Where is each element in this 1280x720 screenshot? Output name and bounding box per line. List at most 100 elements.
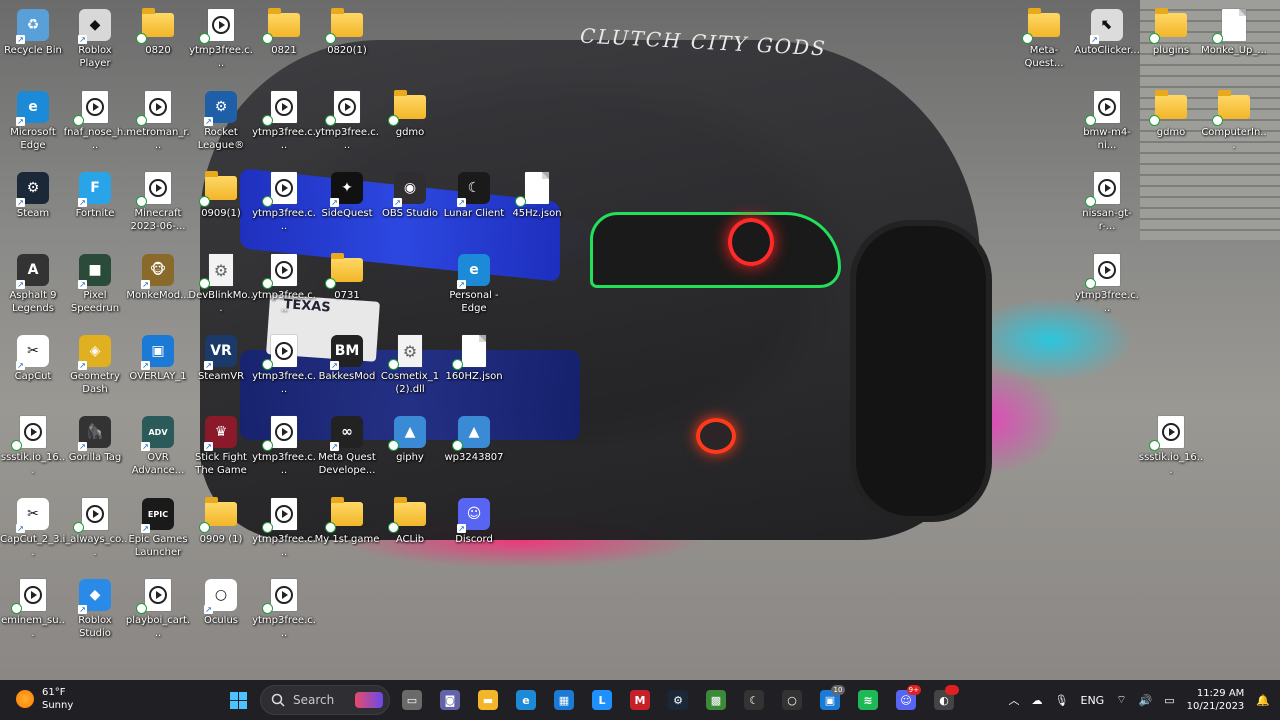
desktop-icon-playboi[interactable]: playboi_cart... bbox=[125, 574, 191, 650]
desktop-icon-giphy[interactable]: ▲ giphy bbox=[377, 411, 443, 487]
desktop-icon-steamvr[interactable]: VR ↗ SteamVR bbox=[188, 330, 254, 406]
desktop-icon-recycle-bin[interactable]: ♻ ↗ Recycle Bin bbox=[0, 4, 66, 80]
chevron-up-icon[interactable]: ︿ bbox=[1009, 692, 1020, 708]
desktop-icon-devblink[interactable]: ⚙ DevBlinkMo... bbox=[188, 249, 254, 325]
desktop-icon-ytmp3-2[interactable]: ytmp3free.c... bbox=[251, 86, 317, 162]
desktop-icon-geometry-dash[interactable]: ◈ ↗ Geometry Dash bbox=[62, 330, 128, 406]
desktop-icon-gorilla-tag[interactable]: 🦍 ↗ Gorilla Tag bbox=[62, 411, 128, 487]
desktop-icon-capcut-2[interactable]: ✂ ↗ CapCut_2_3... bbox=[0, 493, 66, 569]
desktop-icon-asphalt[interactable]: A ↗ Asphalt 9 Legends bbox=[0, 249, 66, 325]
desktop-icon-my-1st-game[interactable]: My 1st game bbox=[314, 493, 380, 569]
task-view-button[interactable]: ▭ bbox=[396, 684, 428, 716]
desktop-icon-gdmo-1[interactable]: gdmo bbox=[377, 86, 443, 162]
desktop-icon-folder-0820-1[interactable]: 0820(1) bbox=[314, 4, 380, 80]
desktop-icon-autoclicker[interactable]: ⬉ ↗ AutoClicker... bbox=[1074, 4, 1140, 80]
chat-button[interactable]: ◙ bbox=[434, 684, 466, 716]
desktop-icon-ytmp3-6[interactable]: ytmp3free.c... bbox=[251, 330, 317, 406]
desktop-icon-lunar[interactable]: ☾ ↗ Lunar Client bbox=[441, 167, 507, 243]
desktop-icon-i-always[interactable]: i_always_co... bbox=[62, 493, 128, 569]
desktop-icon-bakkesmod[interactable]: BM ↗ BakkesMod bbox=[314, 330, 380, 406]
desktop-icon-epic[interactable]: EPIC ↗ Epic Games Launcher bbox=[125, 493, 191, 569]
desktop-icon-folder-0909-1[interactable]: 0909 (1) bbox=[188, 493, 254, 569]
desktop-icon-plugins[interactable]: plugins bbox=[1138, 4, 1204, 80]
desktop-icon-metroman[interactable]: metroman_r... bbox=[125, 86, 191, 162]
sync-status-icon bbox=[11, 440, 22, 451]
desktop-icon-meta-dev[interactable]: ∞ ↗ Meta Quest Develope... bbox=[314, 411, 380, 487]
unknown-app-button[interactable]: ◐ bbox=[928, 684, 960, 716]
notification-bell-icon[interactable]: 🔔 bbox=[1256, 694, 1270, 707]
desktop-icon-folder-0909-1b[interactable]: 0909(1) bbox=[188, 167, 254, 243]
shortcut-arrow-icon: ↗ bbox=[457, 524, 466, 533]
desktop-icon-minecraft-video[interactable]: Minecraft 2023-06-... bbox=[125, 167, 191, 243]
desktop-icon-folder-0731[interactable]: 0731 bbox=[314, 249, 380, 325]
weather-widget[interactable]: 61°F Sunny bbox=[16, 686, 73, 712]
desktop-icon-discord[interactable]: ☺ ↗ Discord bbox=[441, 493, 507, 569]
desktop-icon-roblox-player[interactable]: ◆ ↗ Roblox Player bbox=[62, 4, 128, 80]
desktop-icon-monkemod[interactable]: 🐵 ↗ MonkeMod... bbox=[125, 249, 191, 325]
desktop-icon-aclib[interactable]: ACLib bbox=[377, 493, 443, 569]
lunar-client-taskbar-button[interactable]: ☾ bbox=[738, 684, 770, 716]
language-indicator[interactable]: ENG bbox=[1081, 694, 1105, 707]
desktop-icon-ytmp3-7[interactable]: ytmp3free.c... bbox=[251, 411, 317, 487]
desktop-icon-capcut[interactable]: ✂ ↗ CapCut bbox=[0, 330, 66, 406]
onedrive-cloud-icon[interactable]: ☁ bbox=[1032, 694, 1043, 707]
desktop-icon-ssstik-1[interactable]: ssstik.io_16... bbox=[0, 411, 66, 487]
desktop-icon-cosmetix[interactable]: ⚙ Cosmetix_1 (2).dll bbox=[377, 330, 443, 406]
volume-icon[interactable]: 🔊 bbox=[1139, 694, 1153, 707]
desktop-icon-computerin[interactable]: ComputerIn... bbox=[1201, 86, 1267, 162]
desktop-icon-bmw[interactable]: bmw-m4-ni... bbox=[1074, 86, 1140, 162]
spotify-button[interactable]: ≋ bbox=[852, 684, 884, 716]
desktop-icon-fnaf[interactable]: fnaf_nose_h... bbox=[62, 86, 128, 162]
desktop-icon-steam[interactable]: ⚙ ↗ Steam bbox=[0, 167, 66, 243]
oculus-taskbar-button[interactable]: ○ bbox=[776, 684, 808, 716]
desktop-icon-folder-0821[interactable]: 0821 bbox=[251, 4, 317, 80]
clock[interactable]: 11:29 AM 10/21/2023 bbox=[1187, 687, 1245, 713]
video-file-icon bbox=[136, 90, 175, 126]
microphone-icon[interactable]: 🎙 bbox=[1055, 694, 1069, 707]
desktop-icon-sidequest[interactable]: ✦ ↗ SideQuest bbox=[314, 167, 380, 243]
desktop-icon-monke-up[interactable]: Monke_Up_... bbox=[1201, 4, 1267, 80]
desktop-icon-ytmp3-8[interactable]: ytmp3free.c... bbox=[251, 493, 317, 569]
desktop-icon-oculus[interactable]: ○ ↗ Oculus bbox=[188, 574, 254, 650]
desktop-icon-stick-fight[interactable]: ♛ ↗ Stick Fight The Game bbox=[188, 411, 254, 487]
desktop-icon-edge[interactable]: e ↗ Microsoft Edge bbox=[0, 86, 66, 162]
desktop-icon-gdmo-2[interactable]: gdmo bbox=[1138, 86, 1204, 162]
minecraft-taskbar-button[interactable]: ▩ bbox=[700, 684, 732, 716]
desktop-icon-ytmp3-3[interactable]: ytmp3free.c... bbox=[314, 86, 380, 162]
desktop-icon-folder-0820[interactable]: 0820 bbox=[125, 4, 191, 80]
desktop-icon-label: 45Hz.json bbox=[512, 208, 562, 219]
desktop-icon-obs[interactable]: ◉ ↗ OBS Studio bbox=[377, 167, 443, 243]
desktop-icon-rocket-league[interactable]: ⚙ ↗ Rocket League® bbox=[188, 86, 254, 162]
desktop-icon-ovr-advanced[interactable]: ADV ↗ OVR Advance... bbox=[125, 411, 191, 487]
file-explorer-button[interactable]: ▬ bbox=[472, 684, 504, 716]
discord-taskbar-button[interactable]: ☺ 9+ bbox=[890, 684, 922, 716]
desktop-icon-45hz[interactable]: 45Hz.json bbox=[504, 167, 570, 243]
desktop-icon-ytmp3-4[interactable]: ytmp3free.c... bbox=[251, 167, 317, 243]
desktop-icon-eminem[interactable]: eminem_su... bbox=[0, 574, 66, 650]
desktop-icon-fortnite[interactable]: F ↗ Fortnite bbox=[62, 167, 128, 243]
desktop-icon-wp3243807[interactable]: ▲ wp3243807 bbox=[441, 411, 507, 487]
taskbar-search-box[interactable]: Search bbox=[260, 685, 390, 715]
desktop-icon-nissan[interactable]: nissan-gt-r-... bbox=[1074, 167, 1140, 243]
desktop-icon-label: plugins bbox=[1152, 45, 1190, 56]
wifi-icon[interactable]: ⌔ bbox=[1116, 693, 1126, 707]
desktop-icon-ssstik-2[interactable]: ssstik.io_16... bbox=[1138, 411, 1204, 487]
windows-taskbar-app-button[interactable]: ▣ 10 bbox=[814, 684, 846, 716]
mcafee-button[interactable]: M bbox=[624, 684, 656, 716]
start-button[interactable] bbox=[222, 684, 254, 716]
desktop-icon-roblox-studio[interactable]: ◆ ↗ Roblox Studio bbox=[62, 574, 128, 650]
desktop-icon-ytmp3-5[interactable]: ytmp3free.c... bbox=[251, 249, 317, 325]
desktop-icon-ytmp3-9[interactable]: ytmp3free.c... bbox=[251, 574, 317, 650]
desktop-icon-pixel-speedrun[interactable]: ■ ↗ Pixel Speedrun bbox=[62, 249, 128, 325]
microsoft-store-button[interactable]: ▦ bbox=[548, 684, 580, 716]
battery-icon[interactable]: ▭ bbox=[1164, 694, 1174, 707]
desktop-icon-ytmp3-1[interactable]: ytmp3free.c... bbox=[188, 4, 254, 80]
desktop-icon-overlay[interactable]: ▣ ↗ OVERLAY_1 bbox=[125, 330, 191, 406]
edge-taskbar-button[interactable]: e bbox=[510, 684, 542, 716]
desktop-icon-ytmp3-10[interactable]: ytmp3free.c... bbox=[1074, 249, 1140, 325]
lunar-app-button[interactable]: L bbox=[586, 684, 618, 716]
desktop-icon-meta-quest-folder[interactable]: Meta-Quest... bbox=[1011, 4, 1077, 80]
desktop-icon-personal-edge[interactable]: e ↗ Personal - Edge bbox=[441, 249, 507, 325]
desktop-icon-160hz[interactable]: 160HZ.json bbox=[441, 330, 507, 406]
steam-taskbar-button[interactable]: ⚙ bbox=[662, 684, 694, 716]
